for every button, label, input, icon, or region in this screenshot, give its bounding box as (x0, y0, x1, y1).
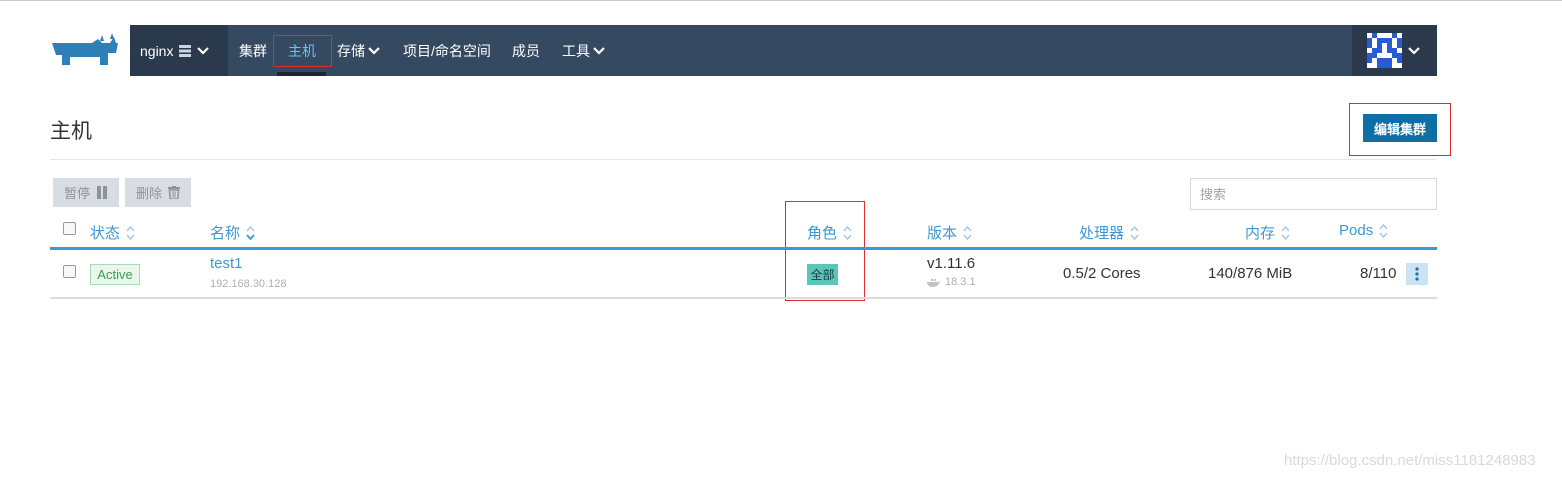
header-divider (50, 159, 1437, 160)
chevron-down-icon (1408, 46, 1420, 55)
column-header-role[interactable]: 角色 (807, 222, 852, 243)
nav-item-projects[interactable]: 项目/命名空间 (403, 25, 491, 76)
role-badge: 全部 (807, 264, 838, 285)
pause-button[interactable]: 暂停 (53, 178, 119, 207)
search-input[interactable] (1190, 178, 1437, 210)
chevron-down-icon (197, 46, 210, 55)
user-menu[interactable] (1352, 25, 1437, 76)
pause-icon (97, 186, 107, 199)
table-header-underline (50, 247, 1437, 250)
chevron-down-icon (593, 46, 605, 55)
watermark: https://blog.csdn.net/miss1181248983 (1284, 452, 1536, 469)
avatar (1367, 33, 1402, 68)
column-header-cpu[interactable]: 处理器 (1079, 222, 1139, 243)
nav-item-tools[interactable]: 工具 (562, 25, 605, 76)
cluster-name: nginx (140, 42, 174, 59)
annotation-box-role-column (785, 201, 865, 301)
sort-icon (246, 225, 255, 240)
column-header-pods[interactable]: Pods (1339, 222, 1388, 239)
row-actions-button[interactable] (1406, 263, 1428, 285)
docker-icon (927, 278, 940, 287)
more-vertical-icon (1415, 267, 1419, 281)
sort-icon (1379, 223, 1388, 238)
sort-icon (1281, 225, 1290, 240)
host-name-link[interactable]: test1 (210, 255, 243, 272)
nav-item-members[interactable]: 成员 (512, 25, 540, 76)
trash-icon (168, 186, 180, 199)
column-header-state[interactable]: 状态 (90, 222, 135, 243)
chevron-down-icon (368, 46, 380, 55)
delete-button[interactable]: 删除 (125, 178, 191, 207)
top-border (0, 0, 1562, 1)
row-divider (50, 297, 1437, 299)
sort-icon (963, 225, 972, 240)
cpu-usage: 0.5/2 Cores (1063, 265, 1141, 282)
select-all-checkbox[interactable] (63, 222, 76, 235)
page-title: 主机 (50, 120, 92, 143)
row-checkbox[interactable] (63, 265, 76, 278)
pods-count: 8/110 (1360, 265, 1397, 282)
rancher-logo[interactable] (48, 33, 118, 69)
kubelet-version: v1.11.6 (927, 255, 976, 272)
server-icon (179, 44, 192, 57)
sort-icon (126, 225, 135, 240)
edit-cluster-button[interactable]: 编辑集群 (1363, 114, 1437, 142)
docker-version: 18.3.1 (927, 276, 976, 288)
host-ip: 192.168.30.128 (210, 278, 287, 290)
column-header-memory[interactable]: 内存 (1245, 222, 1290, 243)
column-header-name[interactable]: 名称 (210, 222, 255, 243)
annotation-box-hosts-tab (273, 35, 332, 67)
sort-icon (843, 225, 852, 240)
active-tab-indicator (277, 72, 326, 76)
column-header-version[interactable]: 版本 (927, 222, 972, 243)
memory-usage: 140/876 MiB (1208, 265, 1293, 282)
cluster-switcher[interactable]: nginx (130, 25, 228, 76)
status-badge: Active (90, 264, 140, 285)
nav-item-cluster[interactable]: 集群 (239, 25, 267, 76)
sort-icon (1130, 225, 1139, 240)
nav-item-storage[interactable]: 存储 (337, 25, 380, 76)
